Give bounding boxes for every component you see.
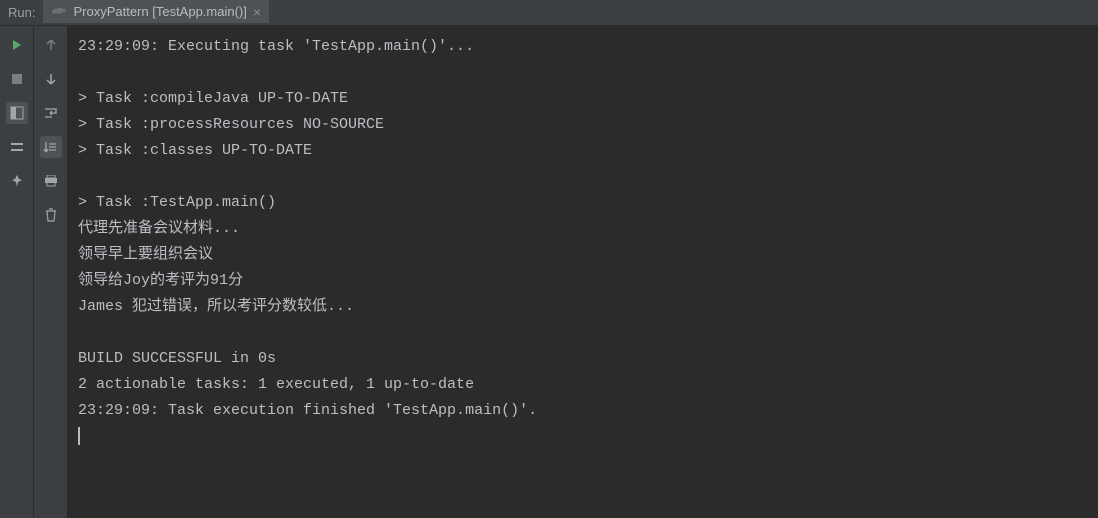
console-line: 领导给Joy的考评为91分 bbox=[78, 272, 243, 289]
console-line: > Task :compileJava UP-TO-DATE bbox=[78, 90, 348, 107]
gradle-icon bbox=[51, 4, 67, 19]
up-button[interactable] bbox=[40, 34, 62, 56]
delete-button[interactable] bbox=[40, 204, 62, 226]
soft-wrap-button[interactable] bbox=[40, 102, 62, 124]
down-button[interactable] bbox=[40, 68, 62, 90]
caret bbox=[78, 427, 80, 445]
settings-button[interactable] bbox=[6, 136, 28, 158]
console-line: > Task :processResources NO-SOURCE bbox=[78, 116, 384, 133]
tab-title: ProxyPattern [TestApp.main()] bbox=[73, 4, 246, 19]
pin-button[interactable] bbox=[6, 170, 28, 192]
console-line: > Task :classes UP-TO-DATE bbox=[78, 142, 312, 159]
console-line: 23:29:09: Task execution finished 'TestA… bbox=[78, 402, 537, 419]
run-config-tab[interactable]: ProxyPattern [TestApp.main()] × bbox=[43, 0, 269, 25]
run-body: 23:29:09: Executing task 'TestApp.main()… bbox=[0, 26, 1098, 518]
console-line: 领导早上要组织会议 bbox=[78, 246, 213, 263]
console-line: James 犯过错误，所以考评分数较低... bbox=[78, 298, 354, 315]
console-line: 代理先准备会议材料... bbox=[78, 220, 240, 237]
console-line: 2 actionable tasks: 1 executed, 1 up-to-… bbox=[78, 376, 474, 393]
rerun-button[interactable] bbox=[6, 34, 28, 56]
left-gutter-2 bbox=[34, 26, 68, 518]
stop-button[interactable] bbox=[6, 68, 28, 90]
console-line: > Task :TestApp.main() bbox=[78, 194, 276, 211]
layout-button[interactable] bbox=[6, 102, 28, 124]
console-output[interactable]: 23:29:09: Executing task 'TestApp.main()… bbox=[68, 26, 1098, 518]
run-label: Run: bbox=[0, 5, 43, 20]
left-gutter-1 bbox=[0, 26, 34, 518]
scroll-to-end-button[interactable] bbox=[40, 136, 62, 158]
run-tool-header: Run: ProxyPattern [TestApp.main()] × bbox=[0, 0, 1098, 26]
console-line: BUILD SUCCESSFUL in 0s bbox=[78, 350, 276, 367]
console-line: 23:29:09: Executing task 'TestApp.main()… bbox=[78, 38, 474, 55]
print-button[interactable] bbox=[40, 170, 62, 192]
close-icon[interactable]: × bbox=[253, 5, 261, 19]
